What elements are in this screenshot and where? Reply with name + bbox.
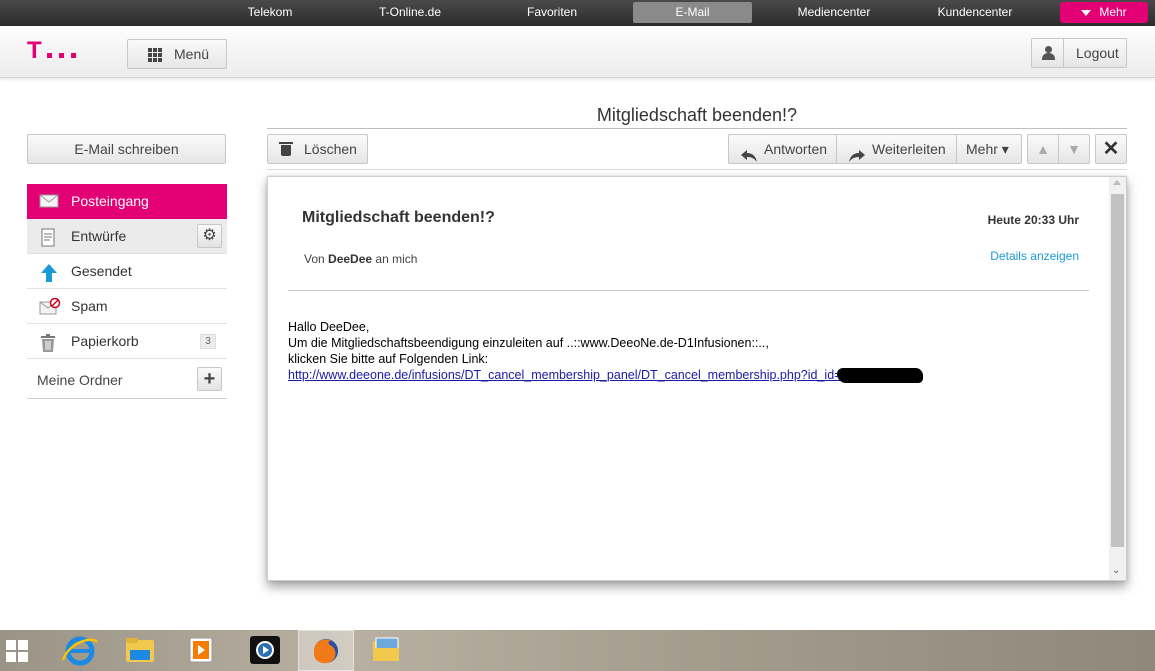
more-dropdown[interactable]: Mehr ▾: [956, 134, 1022, 164]
nav-mehr-button[interactable]: Mehr: [1060, 2, 1148, 23]
compose-email-button[interactable]: E-Mail schreiben: [27, 134, 226, 164]
logout-label: Logout: [1076, 45, 1119, 61]
my-folders-label: Meine Ordner: [37, 372, 123, 388]
delete-label: Löschen: [304, 141, 357, 157]
mail-view: Mitgliedschaft beenden!? Heute 20:33 Uhr…: [267, 176, 1127, 581]
folder-list: Posteingang Entwürfe ⚙ Gesendet Spam Pap…: [27, 184, 227, 399]
body-line: Um die Mitgliedschaftsbeendigung einzule…: [288, 336, 769, 350]
telekom-logo[interactable]: T: [27, 39, 79, 63]
sender-name[interactable]: DeeDee: [328, 252, 372, 266]
forward-button[interactable]: Weiterleiten: [836, 134, 957, 164]
menu-label: Menü: [174, 46, 210, 62]
logo-dot: [71, 53, 76, 58]
file-explorer-icon[interactable]: [115, 630, 165, 671]
windows-start-button[interactable]: [0, 630, 40, 671]
previous-mail-button[interactable]: ▲: [1027, 134, 1059, 164]
taskbar: [0, 630, 1155, 671]
trash-icon: [39, 333, 59, 352]
reply-button[interactable]: Antworten: [728, 134, 837, 164]
mail-sender-line: Von DeeDee an mich: [304, 252, 417, 266]
folder-app-icon[interactable]: [361, 630, 411, 671]
folder-label: Posteingang: [71, 193, 149, 209]
from-suffix: an mich: [375, 252, 418, 266]
more-label: Mehr ▾: [966, 141, 1009, 157]
nav-telekom[interactable]: Telekom: [230, 2, 310, 23]
firefox-icon[interactable]: [298, 630, 354, 671]
delete-button[interactable]: Löschen: [267, 134, 368, 164]
next-mail-button[interactable]: ▼: [1058, 134, 1090, 164]
folder-papierkorb[interactable]: Papierkorb 3: [27, 324, 227, 359]
folder-label: Gesendet: [71, 263, 132, 279]
triangle-down-icon: [1081, 9, 1092, 16]
windows-start-icon: [6, 640, 28, 662]
close-button[interactable]: ✕: [1095, 134, 1127, 164]
folder-entwuerfe[interactable]: Entwürfe ⚙: [27, 219, 227, 254]
reply-icon: [741, 143, 757, 171]
redaction-mark: [837, 368, 924, 384]
mail-body: Hallo DeeDee, Um die Mitgliedschaftsbeen…: [288, 319, 924, 384]
scrollbar-thumb[interactable]: [1111, 194, 1124, 547]
up-arrow-icon: [39, 263, 59, 282]
scroll-up-icon[interactable]: [1113, 180, 1121, 185]
nav-kundencenter[interactable]: Kundencenter: [922, 2, 1028, 23]
nav-email[interactable]: E-Mail: [633, 2, 752, 23]
logo-dot: [59, 53, 64, 58]
media-player-icon[interactable]: [177, 630, 227, 671]
draft-icon: [39, 228, 59, 247]
logo-dot: [47, 53, 52, 58]
gear-icon[interactable]: ⚙: [197, 224, 222, 248]
folder-label: Spam: [71, 298, 108, 314]
trash-icon: [279, 142, 293, 156]
folder-label: Entwürfe: [71, 228, 127, 244]
forward-label: Weiterleiten: [872, 141, 946, 157]
envelope-icon: [39, 193, 59, 211]
internet-explorer-icon[interactable]: [55, 630, 105, 671]
mail-link[interactable]: http://www.deeone.de/infusions/DT_cancel…: [288, 368, 841, 382]
top-navigation-bar: Telekom T-Online.de Favoriten E-Mail Med…: [0, 0, 1155, 26]
menu-button[interactable]: Menü: [127, 39, 227, 69]
nav-favoriten[interactable]: Favoriten: [510, 2, 594, 23]
unread-count-badge: 3: [200, 334, 216, 349]
scroll-down-icon[interactable]: ⌄: [1112, 565, 1120, 576]
my-folders-section: Meine Ordner +: [27, 359, 227, 399]
mail-date: Heute 20:33 Uhr: [987, 213, 1079, 227]
mail-subject: Mitgliedschaft beenden!?: [302, 209, 495, 226]
page-title: Mitgliedschaft beenden!?: [596, 105, 798, 125]
media-center-icon[interactable]: [240, 630, 290, 671]
add-folder-button[interactable]: +: [197, 367, 222, 391]
scrollbar[interactable]: ⌄: [1109, 177, 1126, 580]
folder-label: Papierkorb: [71, 333, 139, 349]
nav-mediencenter[interactable]: Mediencenter: [784, 2, 884, 23]
nav-mehr-label: Mehr: [1099, 5, 1127, 19]
folder-gesendet[interactable]: Gesendet: [27, 254, 227, 289]
logout-button[interactable]: Logout: [1031, 38, 1127, 68]
from-prefix: Von: [304, 252, 325, 266]
body-line: klicken Sie bitte auf Folgenden Link:: [288, 352, 489, 366]
user-profile-button[interactable]: [1032, 39, 1064, 67]
body-line: Hallo DeeDee,: [288, 320, 370, 334]
folder-spam[interactable]: Spam: [27, 289, 227, 324]
divider: [267, 128, 1127, 129]
divider: [288, 290, 1089, 291]
forward-icon: [849, 143, 865, 171]
grid-icon: [148, 48, 162, 62]
nav-t-online[interactable]: T-Online.de: [360, 2, 460, 23]
header: T Menü Logout: [0, 26, 1155, 78]
spam-icon: [39, 297, 61, 316]
folder-posteingang[interactable]: Posteingang: [27, 184, 227, 219]
reply-label: Antworten: [764, 141, 828, 157]
user-icon: [1042, 46, 1055, 60]
logo-letter: T: [27, 37, 42, 64]
show-details-link[interactable]: Details anzeigen: [990, 249, 1079, 263]
divider: [267, 169, 1127, 170]
